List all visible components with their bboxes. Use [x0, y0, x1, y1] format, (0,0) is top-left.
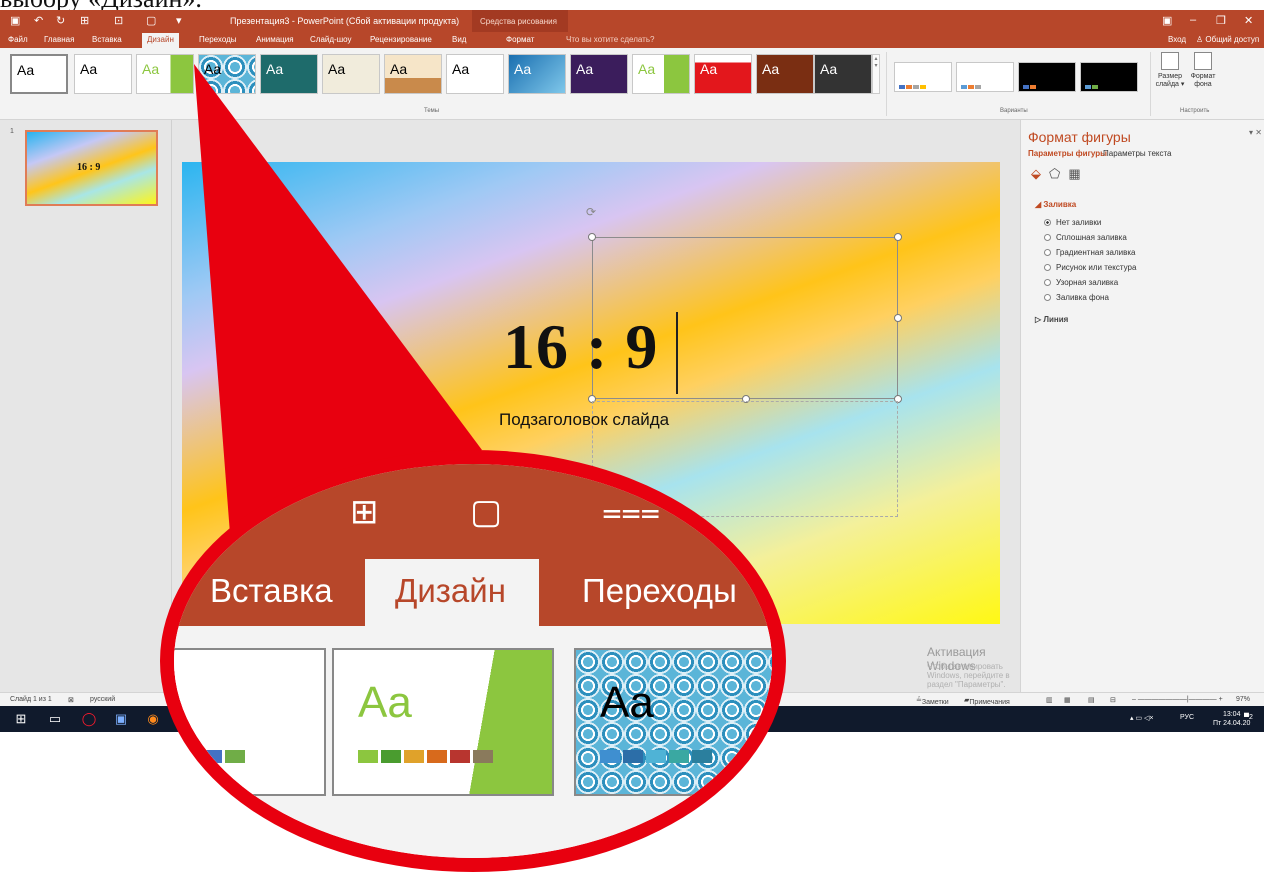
zoom-theme-text: Aa: [358, 678, 412, 727]
customize-qat-icon: ⩶: [602, 492, 661, 530]
zoom-theme-text: Aa: [600, 678, 654, 727]
zoom-callout: ⊞ ▢ ⩶ Вставка Дизайн Переходы Aa Aa: [160, 450, 786, 872]
zoom-theme-pattern: Aa: [574, 648, 772, 796]
zoom-tab-design: Дизайн: [365, 559, 539, 629]
new-file-icon: ▢: [470, 493, 503, 531]
screenshot: выбору «Дизайн». ▣ ↶ ↻ ⊞ ⊡ ▢ ▾ Презентац…: [0, 0, 1264, 877]
zoom-ribbon-bar: ⊞ ▢ ⩶ Вставка Дизайн Переходы: [174, 464, 772, 629]
zoom-theme-office: [174, 648, 326, 796]
zoom-themes: Aa Aa: [174, 626, 772, 858]
zoom-theme-facet: Aa: [332, 648, 554, 796]
zoom-tab-insert: Вставка: [210, 572, 333, 609]
presenter-icon: ⊞: [350, 493, 379, 531]
zoom-tab-transitions: Переходы: [582, 572, 737, 609]
